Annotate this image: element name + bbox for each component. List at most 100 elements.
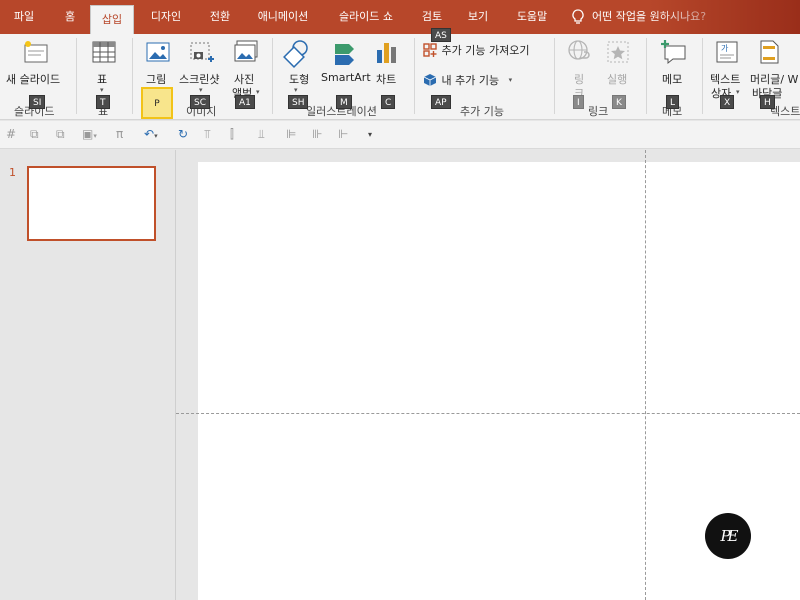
group-separator (76, 38, 77, 114)
tab-view[interactable]: 보기 (458, 0, 498, 34)
slide-number: 1 (9, 166, 16, 179)
chart-icon (377, 43, 396, 63)
equation-icon[interactable]: π (116, 127, 123, 141)
keytip-comment: L (666, 95, 680, 109)
customize-qat-icon[interactable]: ▾ (368, 130, 372, 139)
screenshot-dropdown-caret[interactable]: ▾ (199, 86, 203, 94)
group-addins-label: 추가 기능 (460, 105, 504, 118)
photo-album-dropdown-caret[interactable]: ▾ (256, 88, 260, 96)
link-globe-icon (568, 40, 590, 60)
hash-icon[interactable]: # (6, 127, 16, 141)
align-top-icon[interactable]: ⫪ (204, 127, 211, 142)
new-slide-button[interactable] (4, 38, 68, 98)
action-star-icon (607, 41, 629, 63)
group-separator (554, 38, 555, 114)
keytip-smartart: M (336, 95, 352, 109)
table-icon (92, 41, 116, 63)
get-addins-button[interactable]: 추가 기능 가져오기 (422, 42, 546, 64)
group-objects-icon[interactable]: ⧉ (30, 127, 39, 142)
header-footer-icon (760, 40, 779, 64)
shapes-label: 도형 (289, 73, 310, 86)
keytip-chart: C (381, 95, 396, 109)
horizontal-guide[interactable] (176, 413, 800, 414)
my-addins-label: 내 추가 기능 (441, 74, 500, 87)
table-dropdown-caret[interactable]: ▾ (100, 86, 104, 94)
smartart-icon (335, 44, 354, 65)
lightbulb-icon (572, 9, 584, 24)
slide-thumbnail[interactable] (27, 166, 156, 241)
keytip-picture-selected: P (141, 87, 173, 119)
keytip-table: T (96, 95, 110, 109)
my-addins-button[interactable]: 내 추가 기능 ▾ (422, 72, 532, 94)
keytip-get-addins: AS (431, 28, 451, 42)
shapes-dropdown-caret[interactable]: ▾ (294, 86, 298, 94)
comment-label: 메모 (662, 73, 683, 86)
align-middle-icon[interactable]: ⫿ (230, 127, 234, 142)
group-separator (132, 38, 133, 114)
tab-design[interactable]: 디자인 (140, 0, 192, 34)
picture-icon (146, 42, 170, 62)
chart-label: 차트 (376, 73, 397, 86)
keytip-photo-album: A1 (235, 95, 255, 109)
textbox-dropdown-caret[interactable]: ▾ (736, 88, 740, 96)
group-separator (702, 38, 703, 114)
smartart-button[interactable] (320, 38, 370, 98)
title-decoration (650, 0, 800, 34)
table-label: 표 (97, 73, 108, 86)
quick-access-toolbar: # ⧉ ⧉ ▣▾ π ↶▾ ↻ ⫪ ⫿ ⫫ ⊫ ⊪ ⊩ ▾ (0, 121, 800, 149)
align-center-icon[interactable]: ⊪ (312, 127, 322, 141)
tab-transitions[interactable]: 전환 (198, 0, 242, 34)
undo-icon[interactable]: ↶▾ (144, 127, 158, 141)
screenshot-label: 스크린샷 (179, 73, 220, 86)
keytip-header-footer: H (760, 95, 775, 109)
keytip-new-slide: SI (29, 95, 46, 109)
keytip-shapes: SH (288, 95, 309, 109)
group-separator (272, 38, 273, 114)
ribbon-tab-bar: 파일 홈 삽입 디자인 전환 애니메이션 슬라이드 쇼 검토 보기 도움말 어떤… (0, 0, 800, 34)
ribbon-insert: 새 슬라이드 슬라이드 표 ▾ 표 그림 스크린샷 ▾ 사진 앨범 ▾ 이미지 … (0, 28, 800, 120)
svg-text:가: 가 (721, 44, 729, 53)
tab-file[interactable]: 파일 (0, 0, 48, 34)
shapes-icon (283, 40, 308, 68)
addin-cube-icon (423, 74, 437, 86)
tab-slideshow[interactable]: 슬라이드 쇼 (326, 0, 406, 34)
new-slide-label: 새 슬라이드 (6, 73, 61, 86)
group-separator (646, 38, 647, 114)
store-icon (423, 43, 437, 57)
slide-thumbnail-pane: 1 (0, 150, 176, 600)
group-separator (414, 38, 415, 114)
align-left-icon[interactable]: ⊫ (286, 127, 296, 141)
picture-label: 그림 (146, 73, 167, 86)
tab-animations[interactable]: 애니메이션 (248, 0, 318, 34)
photo-album-icon (234, 40, 258, 62)
vertical-guide[interactable] (645, 150, 646, 600)
picture-format-icon[interactable]: ▣▾ (82, 127, 97, 141)
keytip-screenshot: SC (190, 95, 210, 109)
keytip-textbox: X (720, 95, 735, 109)
screenshot-icon (190, 42, 214, 62)
get-addins-label: 추가 기능 가져오기 (441, 44, 530, 57)
table-button[interactable] (84, 38, 124, 98)
tab-home[interactable]: 홈 (52, 0, 88, 34)
keytip-link: I (573, 95, 584, 109)
my-addins-dropdown-caret: ▾ (508, 76, 513, 84)
ungroup-icon[interactable]: ⧉ (56, 127, 65, 142)
new-slide-icon (24, 41, 48, 63)
distribute-icon[interactable]: ⊩ (338, 127, 348, 141)
chart-button[interactable] (372, 38, 402, 98)
smartart-label: SmartArt (321, 71, 371, 84)
textbox-icon: 가 (716, 41, 738, 63)
tab-help[interactable]: 도움말 (504, 0, 560, 34)
redo-icon[interactable]: ↻ (178, 127, 188, 141)
watermark-logo: PE (705, 513, 751, 559)
keytip-my-addins: AP (431, 95, 451, 109)
group-links-label: 링크 (588, 105, 609, 118)
comment-button[interactable] (654, 38, 694, 98)
comment-icon (661, 40, 686, 65)
align-bottom-icon[interactable]: ⫫ (258, 127, 265, 142)
action-button[interactable] (600, 38, 636, 98)
shapes-button[interactable] (280, 38, 316, 98)
tab-insert[interactable]: 삽입 (90, 5, 134, 34)
keytip-action: K (612, 95, 626, 109)
action-label: 실행 (607, 73, 628, 86)
